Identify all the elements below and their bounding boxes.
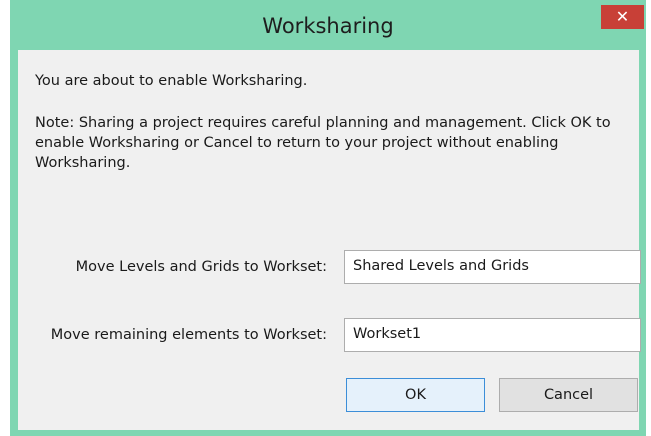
close-button[interactable]: ✕ (601, 5, 644, 29)
intro-text: You are about to enable Worksharing. (35, 73, 308, 89)
title-bar[interactable]: Worksharing ✕ (10, 0, 646, 50)
worksharing-dialog: Worksharing ✕ You are about to enable Wo… (10, 0, 646, 436)
dialog-title: Worksharing (262, 14, 394, 38)
levels-grids-label: Move Levels and Grids to Workset: (75, 259, 327, 275)
close-icon: ✕ (615, 7, 630, 26)
dialog-body: You are about to enable Worksharing. Not… (18, 50, 641, 430)
levels-grids-workset-field[interactable]: Shared Levels and Grids (344, 250, 641, 284)
remaining-elements-workset-field[interactable]: Workset1 (344, 318, 641, 352)
cancel-button[interactable]: Cancel (499, 378, 638, 412)
remaining-elements-label: Move remaining elements to Workset: (50, 327, 327, 343)
ok-button[interactable]: OK (346, 378, 485, 412)
note-text: Note: Sharing a project requires careful… (35, 115, 611, 171)
